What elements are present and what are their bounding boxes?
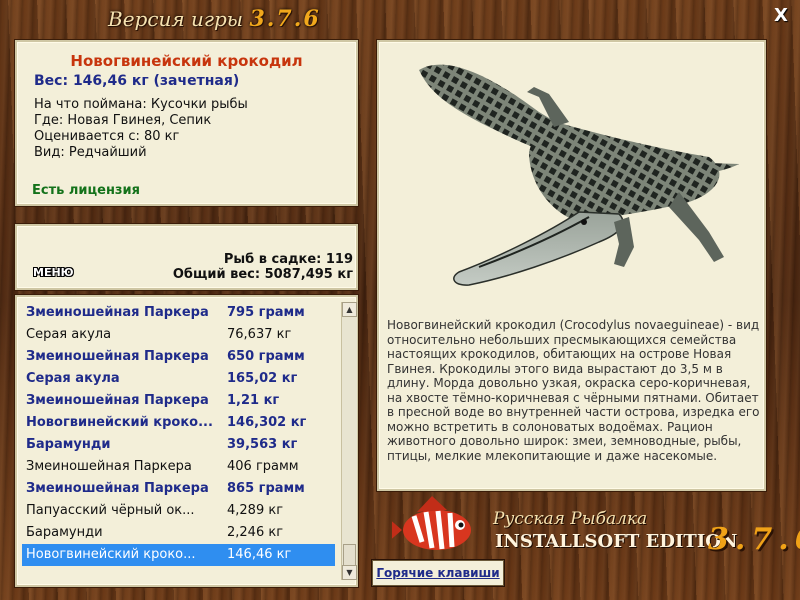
fish-weight: Вес: 146,46 кг (зачетная) (34, 73, 240, 89)
location-info: Где: Новая Гвинея, Сепик (34, 113, 212, 128)
rarity-info: Вид: Редчайший (34, 145, 147, 160)
catch-fish-weight: 1,21 кг (227, 393, 280, 408)
close-icon[interactable]: X (772, 7, 790, 25)
title-version: 3.7.6 (249, 6, 321, 32)
catch-list-row[interactable]: Змеиношейная Паркера 406 грамм (22, 456, 335, 478)
scroll-up-arrow-icon[interactable]: ▲ (342, 302, 357, 317)
catch-fish-name: Новогвинейский кроко... (26, 415, 213, 430)
catch-list-row[interactable]: Папуасский чёрный ок... 4,289 кг (22, 500, 335, 522)
catch-fish-weight: 165,02 кг (227, 371, 298, 386)
catch-fish-name: Новогвинейский кроко... (26, 547, 196, 562)
catch-fish-name: Барамунди (26, 437, 111, 452)
catch-list-panel: Змеиношейная Паркера 795 грамм Серая акула… (15, 295, 358, 587)
catch-fish-name: Серая акула (26, 327, 112, 342)
crocodile-image (419, 64, 739, 286)
catch-list-row[interactable]: Змеиношейная Паркера 1,21 кг (22, 390, 335, 412)
fish-name: Новогвинейский крокодил (70, 52, 303, 70)
catch-fish-weight: 39,563 кг (227, 437, 298, 452)
cage-summary-panel: МЕНЮ Рыб в садке: 119 Общий вес: 5087,49… (15, 224, 358, 290)
catch-fish-weight: 146,46 кг (227, 547, 292, 562)
fish-count: Рыб в садке: 119 (223, 252, 353, 267)
catch-fish-name: Барамунди (26, 525, 103, 540)
catch-list-row[interactable]: Новогвинейский кроко... 146,302 кг (22, 412, 335, 434)
catch-fish-weight: 795 грамм (227, 305, 305, 320)
fish-detail-panel: Новогвинейский крокодил (Crocodylus nova… (377, 40, 766, 491)
catch-list-row[interactable]: Серая акула 76,637 кг (22, 324, 335, 346)
catch-fish-weight: 650 грамм (227, 349, 305, 364)
scroll-thumb[interactable] (343, 544, 356, 566)
catch-fish-name: Серая акула (26, 371, 120, 386)
fish-description: Новогвинейский крокодил (Crocodylus nova… (387, 318, 760, 463)
title-prefix: Версия игры (108, 7, 244, 31)
logo-line1: Русская Рыбалка (493, 509, 648, 529)
catch-fish-weight: 406 грамм (227, 459, 299, 474)
catch-fish-name: Папуасский чёрный ок... (26, 503, 195, 518)
license-status: Есть лицензия (32, 183, 140, 198)
catch-list-row[interactable]: Барамунди 2,246 кг (22, 522, 335, 544)
catch-fish-weight: 146,302 кг (227, 415, 307, 430)
value-info: Оценивается с: 80 кг (34, 129, 180, 144)
catch-fish-weight: 2,246 кг (227, 525, 284, 540)
catch-info-panel: Новогвинейский крокодил Вес: 146,46 кг (… (15, 40, 358, 206)
catch-list-row[interactable]: Змеиношейная Паркера 865 грамм (22, 478, 335, 500)
logo-version: 3.7.6 (708, 522, 800, 557)
catch-fish-name: Змеиношейная Паркера (26, 481, 209, 496)
catch-fish-weight: 865 грамм (227, 481, 305, 496)
window-title: Версия игры 3.7.6 (108, 6, 321, 32)
bait-info: На что поймана: Кусочки рыбы (34, 97, 248, 112)
catch-list-row[interactable]: Змеиношейная Паркера 650 грамм (22, 346, 335, 368)
catch-list-row[interactable]: Серая акула 165,02 кг (22, 368, 335, 390)
catch-fish-name: Змеиношейная Паркера (26, 393, 209, 408)
catch-fish-weight: 4,289 кг (227, 503, 284, 518)
catch-fish-name: Змеиношейная Паркера (26, 349, 209, 364)
catch-list-row[interactable]: Змеиношейная Паркера 795 грамм (22, 302, 335, 324)
catch-fish-name: Змеиношейная Паркера (26, 305, 209, 320)
logo-line2: INSTALLSOFT EDITION (495, 531, 738, 552)
catch-list-row[interactable]: Барамунди 39,563 кг (22, 434, 335, 456)
fish-logo-icon (392, 496, 471, 550)
catch-fish-name: Змеиношейная Паркера (26, 459, 192, 474)
scroll-down-arrow-icon[interactable]: ▼ (342, 565, 357, 580)
catch-list-row[interactable]: Новогвинейский кроко... 146,46 кг (22, 544, 335, 566)
hotkeys-button[interactable]: Горячие клавиши (372, 560, 504, 586)
catch-list: Змеиношейная Паркера 795 грамм Серая акула… (22, 302, 335, 566)
total-weight: Общий вес: 5087,495 кг (172, 267, 353, 282)
menu-button[interactable]: МЕНЮ (33, 266, 74, 279)
catch-list-scrollbar[interactable]: ▲ ▼ (341, 302, 357, 580)
catch-fish-weight: 76,637 кг (227, 327, 292, 342)
